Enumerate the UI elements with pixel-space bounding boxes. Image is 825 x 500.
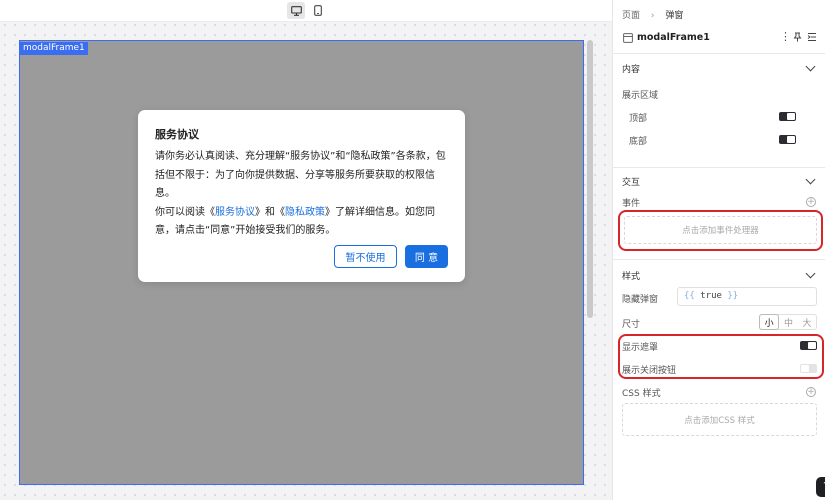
help-icon[interactable]: ? [816, 477, 825, 497]
device-toolbar [0, 0, 612, 22]
css-style-label: CSS 样式 [622, 389, 661, 399]
agree-button[interactable]: 同 意 [405, 245, 448, 268]
properties-panel: 页面 › 弹窗 modalFrame1 ⋮ 内容 展示区域 顶部 底部 交互 事… [612, 0, 825, 500]
top-label: 顶部 [629, 114, 648, 124]
chevron-right-icon: › [650, 11, 655, 21]
divider [613, 259, 825, 260]
chevron-down-icon[interactable] [805, 268, 816, 279]
divider [613, 53, 825, 54]
hide-modal-label: 隐藏弹窗 [622, 295, 659, 305]
top-toggle[interactable] [779, 112, 796, 121]
decline-button[interactable]: 暂不使用 [334, 245, 397, 268]
modal-text-line: 请你务必认真阅读、充分理解“服务协议”和“隐私政策”各条款，包 [155, 151, 446, 162]
modal-text-line: 括但不限于：为了向你提供数据、分享等服务所要获取的权限信 [155, 169, 435, 181]
component-icon [623, 33, 633, 43]
service-agreement-link[interactable]: 服务协议 [215, 207, 255, 218]
mobile-view-button[interactable] [309, 2, 327, 19]
modal-text-line: 你可以阅读《服务协议》和《隐私政策》了解详细信息。如您同 [155, 204, 451, 223]
breadcrumb-page[interactable]: 页面 [622, 11, 640, 21]
mobile-icon [314, 5, 322, 16]
canvas-scrollbar[interactable] [587, 40, 593, 318]
content-section-title: 内容 [622, 65, 641, 75]
text-segment: 》了解详细信息。如您同 [325, 206, 435, 218]
style-section-title: 样式 [622, 272, 641, 282]
bottom-toggle[interactable] [779, 135, 796, 144]
hide-modal-value: true [700, 291, 722, 301]
collapse-panel-icon[interactable] [807, 32, 817, 42]
pin-icon[interactable] [793, 32, 802, 42]
highlight-box [618, 210, 823, 251]
chevron-down-icon[interactable] [805, 174, 816, 185]
size-option-large[interactable]: 大 [798, 315, 816, 329]
events-label: 事件 [622, 199, 641, 209]
divider [613, 167, 825, 168]
size-option-small[interactable]: 小 [759, 314, 780, 330]
modal-body: 请你务必认真阅读、充分理解“服务协议”和“隐私政策”各条款，包 括但不限于：为了… [155, 148, 451, 241]
desktop-icon [290, 5, 302, 16]
modal-title: 服务协议 [155, 128, 199, 141]
more-options-icon[interactable]: ⋮ [780, 30, 791, 43]
add-css-icon[interactable]: + [806, 387, 816, 397]
chevron-down-icon[interactable] [805, 61, 816, 72]
add-css-button[interactable]: 点击添加CSS 样式 [622, 403, 817, 436]
frame-label: modalFrame1 [20, 42, 88, 55]
modal-text-line: 息。 [155, 188, 175, 199]
add-event-icon[interactable]: + [806, 197, 816, 207]
hide-modal-input[interactable]: {{ true }} [677, 287, 817, 306]
desktop-view-button[interactable] [287, 2, 305, 19]
breadcrumb-current: 弹窗 [665, 11, 684, 21]
privacy-policy-link[interactable]: 隐私政策 [285, 207, 325, 218]
highlight-box [618, 334, 824, 379]
size-label: 尺寸 [622, 320, 641, 330]
component-name: modalFrame1 [637, 32, 710, 43]
bottom-label: 底部 [629, 137, 648, 147]
interaction-section-title: 交互 [622, 178, 641, 188]
size-selector[interactable]: 小 中 大 [759, 314, 817, 330]
text-segment: 》和《 [255, 206, 285, 218]
display-area-label: 展示区域 [622, 91, 659, 101]
design-canvas[interactable]: modalFrame1 服务协议 请你务必认真阅读、充分理解“服务协议”和“隐私… [0, 0, 612, 500]
text-segment: 你可以阅读《 [155, 206, 215, 218]
modal-dialog: 服务协议 请你务必认真阅读、充分理解“服务协议”和“隐私政策”各条款，包 括但不… [138, 110, 465, 282]
size-option-medium[interactable]: 中 [779, 315, 797, 329]
breadcrumb: 页面 › 弹窗 [622, 8, 683, 21]
modal-text-line: 意，请点击“同意”开始接受我们的服务。 [155, 225, 336, 236]
